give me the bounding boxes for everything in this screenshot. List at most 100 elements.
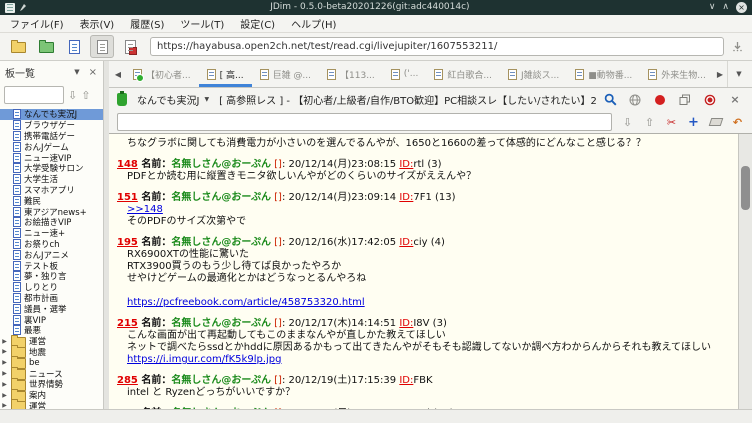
thread-tab[interactable]: [ 高... [199,61,252,87]
post-number-link[interactable]: 215 [117,318,138,329]
sidebar-item-board[interactable]: おんJアニメ [0,249,103,260]
document-icon [13,153,21,163]
sidebar-item-board[interactable]: しりとり [0,282,103,293]
sidebar-item-board[interactable]: 東アジアnews+ [0,206,103,217]
post-line: こんな画面が出て再起動してもこのままなんやが直しかた教えてほしい [127,330,734,342]
document-icon [13,196,21,206]
search-down-icon[interactable]: ⇩ [621,116,634,129]
tab-scroll-right-icon[interactable]: ▶ [713,70,727,79]
poster-id-link[interactable]: ID: [399,237,413,248]
url-open-icon[interactable] [728,41,746,52]
post-number-link[interactable]: 148 [117,159,138,170]
undo-icon[interactable]: ↶ [731,116,744,129]
sidebar-item-board[interactable]: 夢・独り言 [0,271,103,282]
menubar-item[interactable]: ヘルプ(H) [283,16,344,31]
web-browser-icon[interactable] [628,94,642,106]
mail-field: [] [271,318,282,329]
sidebar-item-board[interactable]: 裏VIP [0,314,103,325]
record-dot [655,95,665,105]
clear-highlight-icon[interactable] [709,118,722,126]
thread-tab[interactable]: J雑談ス... [500,61,567,87]
document-icon [13,142,21,152]
menubar-item[interactable]: ツール(T) [172,16,232,31]
sidebar-item-board[interactable]: なんでも実況J [0,109,103,120]
folder-icon [11,401,26,409]
thread-tab[interactable]: 【初心者... [125,61,199,87]
mail-field: [] [271,159,282,170]
sidebar-item-board[interactable]: おんJゲーム [0,141,103,152]
post-link[interactable]: >>148 [127,204,163,215]
sidebar-item-board[interactable]: お絵描きVIP [0,217,103,228]
menubar-item[interactable]: 履歴(S) [122,16,172,31]
post-body: >>148そのPDFのサイズ次第やで [127,204,734,228]
sidebar-item-board[interactable]: 難民 [0,195,103,206]
close-window-button[interactable]: × [736,2,747,13]
poster-id-link[interactable]: ID: [399,318,413,329]
boardlist-panel-button[interactable] [6,35,30,58]
panel-close-button[interactable]: × [89,67,98,78]
menubar-item[interactable]: 設定(C) [232,16,283,31]
search-up-icon[interactable]: ⇧ [643,116,656,129]
expander-icon: ▶ [1,338,8,345]
sidebar-item-board[interactable]: 議員・選挙 [0,303,103,314]
post-link[interactable]: https://pcfreebook.com/article/458753320… [127,297,365,308]
sidebar-item-board[interactable]: 大学受験サロン [0,163,103,174]
sidebar-item-board[interactable]: ブラウザゲー [0,120,103,131]
poster-id-value: rtl [413,159,424,170]
search-icon[interactable] [603,93,617,106]
menubar-item[interactable]: 表示(V) [72,16,123,31]
sidebar-item-board[interactable]: テスト板 [0,260,103,271]
thread-view-button[interactable] [90,35,114,58]
board-search-up-icon[interactable]: ⇧ [81,90,90,101]
poster-id-link[interactable]: ID: [399,192,413,203]
threadlist-view-button[interactable] [62,35,86,58]
scrollbar-thumb[interactable] [741,166,750,210]
thread-tab[interactable]: ■動物番... [567,61,640,87]
scissors-icon[interactable]: ✂ [665,116,678,129]
favorites-panel-button[interactable] [34,35,58,58]
panel-switch-dropdown[interactable]: ▼ [69,67,84,77]
url-input[interactable] [150,37,724,56]
thread-search-input[interactable] [117,113,612,131]
sidebar-item-board[interactable]: ニュー速VIP [0,152,103,163]
compose-post-icon[interactable]: + [687,115,700,130]
post-line: ネットで調べたらssdとかhddに原因あるかもって出てきたんやがそもそも認識して… [127,342,734,354]
sidebar-item-board[interactable]: スマホアプリ [0,185,103,196]
sidebar-item-board[interactable]: ニュー速+ [0,228,103,239]
board-selector-button[interactable]: なんでも実況J ▼ [134,91,212,108]
post-link[interactable]: https://i.imgur.com/fK5k9lp.jpg [127,354,281,365]
poster-id-link[interactable]: ID: [399,159,413,170]
sidebar-folder[interactable]: ▶運営 [0,401,103,409]
post-number-link[interactable]: 151 [117,192,138,203]
minimize-button[interactable]: ∨ [709,2,716,13]
maximize-button[interactable]: ∧ [722,2,729,13]
post-number-link[interactable]: 285 [117,375,138,386]
post-number-link[interactable]: 195 [117,237,138,248]
menubar-item[interactable]: ファイル(F) [2,16,72,31]
tab-list-dropdown-icon[interactable]: ▼ [727,61,750,87]
close-tab-icon[interactable]: × [728,93,742,106]
poster-id-link[interactable]: ID: [399,375,413,386]
thread-tab[interactable]: 【113... [319,61,383,87]
tab-scroll-left-icon[interactable]: ◀ [111,70,125,79]
live-record-icon[interactable] [653,95,667,105]
board-search-input[interactable] [4,86,64,104]
sidebar-item-board[interactable]: お祭りch [0,239,103,250]
sidebar-item-board[interactable]: 都市計画 [0,293,103,304]
document-icon [13,163,21,173]
thread-tab[interactable]: 巨雑 @... [252,61,319,87]
sidebar-item-board[interactable]: 携帯電話ゲー [0,131,103,142]
window-title: JDim - 0.5.0-beta20201226(git:adc440014c… [31,0,709,15]
board-tree: なんでも実況Jブラウザゲー携帯電話ゲーおんJゲームニュー速VIP大学受験サロン大… [0,107,103,409]
expander-icon: ▶ [1,402,8,409]
thread-tab[interactable]: 紅白歌合... [426,61,500,87]
thread-tab[interactable]: ('... [383,61,427,87]
vertical-scrollbar[interactable] [738,134,752,409]
thread-tab[interactable]: 外来生物... [640,61,713,87]
sidebar-item-board[interactable]: 大学生活 [0,174,103,185]
stop-icon[interactable] [703,94,717,106]
image-view-button[interactable] [118,35,142,58]
board-search-down-icon[interactable]: ⇩ [68,90,77,101]
copy-icon[interactable] [678,94,692,106]
post-datetime: : 20/12/14(月)23:09:14 [282,192,399,203]
